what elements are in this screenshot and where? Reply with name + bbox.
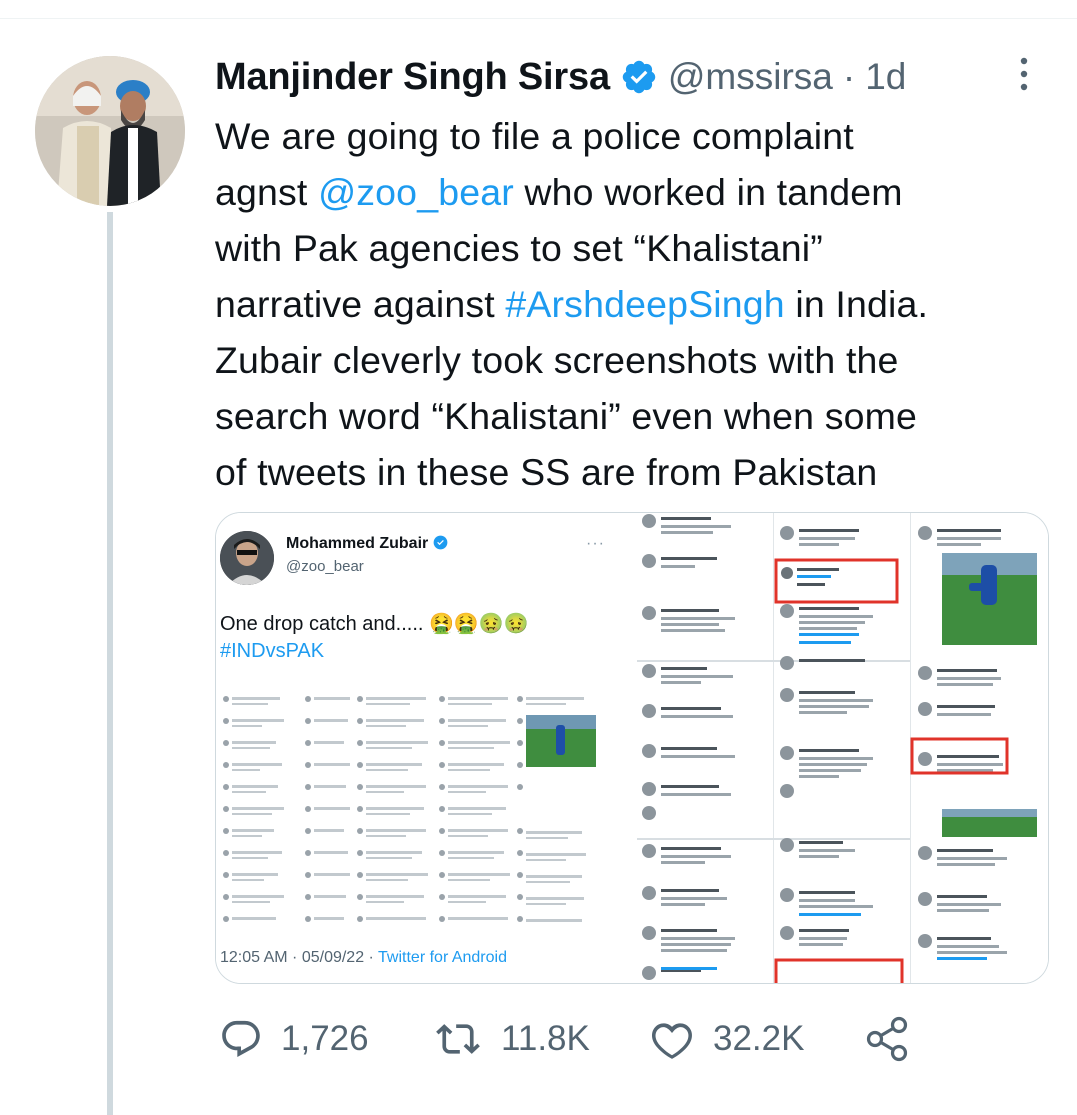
zubair-tweet-source: Twitter for Android — [378, 949, 507, 966]
heart-icon — [652, 1023, 692, 1059]
verified-badge-icon — [622, 60, 656, 94]
screenshot-collage — [220, 691, 620, 936]
reply-icon — [222, 1020, 260, 1058]
tweet-text: We are going to file a police complaint … — [215, 108, 1045, 500]
emoji-string: 🤮🤮🤢🤢 — [429, 613, 529, 635]
top-divider — [0, 18, 1077, 19]
zubair-verified-icon — [433, 535, 448, 550]
hashtag-link-arshdeepsingh[interactable]: #ArshdeepSingh — [505, 283, 784, 325]
tweet-timestamp[interactable]: 1d — [865, 56, 906, 98]
reply-count: 1,726 — [281, 1019, 369, 1058]
more-options-icon[interactable] — [1013, 56, 1035, 92]
share-action[interactable] — [863, 1012, 929, 1066]
zubair-handle: @zoo_bear — [286, 558, 364, 575]
reply-action[interactable]: 1,726 — [219, 1012, 369, 1066]
zubair-tweet-footer: 12:05 AM · 05/09/22 · Twitter for Androi… — [220, 949, 507, 966]
zubair-avatar — [220, 531, 274, 585]
retweet-icon — [436, 1024, 480, 1054]
author-avatar[interactable] — [35, 56, 185, 206]
retweet-count: 11.8K — [501, 1019, 590, 1058]
like-action[interactable]: 32.2K — [649, 1012, 804, 1066]
avatar-photo-icon — [35, 56, 185, 206]
media-image-left[interactable]: Mohammed Zubair @zoo_bear ··· One drop c… — [216, 513, 633, 983]
zubair-name: Mohammed Zubair — [286, 535, 448, 553]
zubair-tweet-text: One drop catch and..... 🤮🤮🤢🤢 #INDvsPAK — [220, 613, 529, 662]
zubair-more-icon: ··· — [586, 535, 605, 552]
media-image-right[interactable] — [637, 513, 1048, 983]
zubair-hashtag: #INDvsPAK — [220, 640, 325, 662]
thread-connector-line — [107, 212, 113, 1115]
meta-separator: · — [842, 56, 856, 97]
mention-link-zoo-bear[interactable]: @zoo_bear — [318, 171, 514, 213]
tweet-header: Manjinder Singh Sirsa @mssirsa · 1d — [215, 52, 906, 102]
zubair-avatar-photo-icon — [220, 531, 274, 585]
collage-thumbnail-rows — [223, 696, 596, 922]
tweet-media[interactable]: Mohammed Zubair @zoo_bear ··· One drop c… — [215, 512, 1049, 984]
retweet-action[interactable]: 11.8K — [433, 1012, 590, 1066]
like-count: 32.2K — [713, 1019, 805, 1058]
author-name[interactable]: Manjinder Singh Sirsa — [215, 56, 610, 99]
collage-screenshots-grid — [637, 513, 1048, 983]
share-icon — [866, 1016, 908, 1062]
author-handle[interactable]: @mssirsa — [668, 56, 833, 98]
